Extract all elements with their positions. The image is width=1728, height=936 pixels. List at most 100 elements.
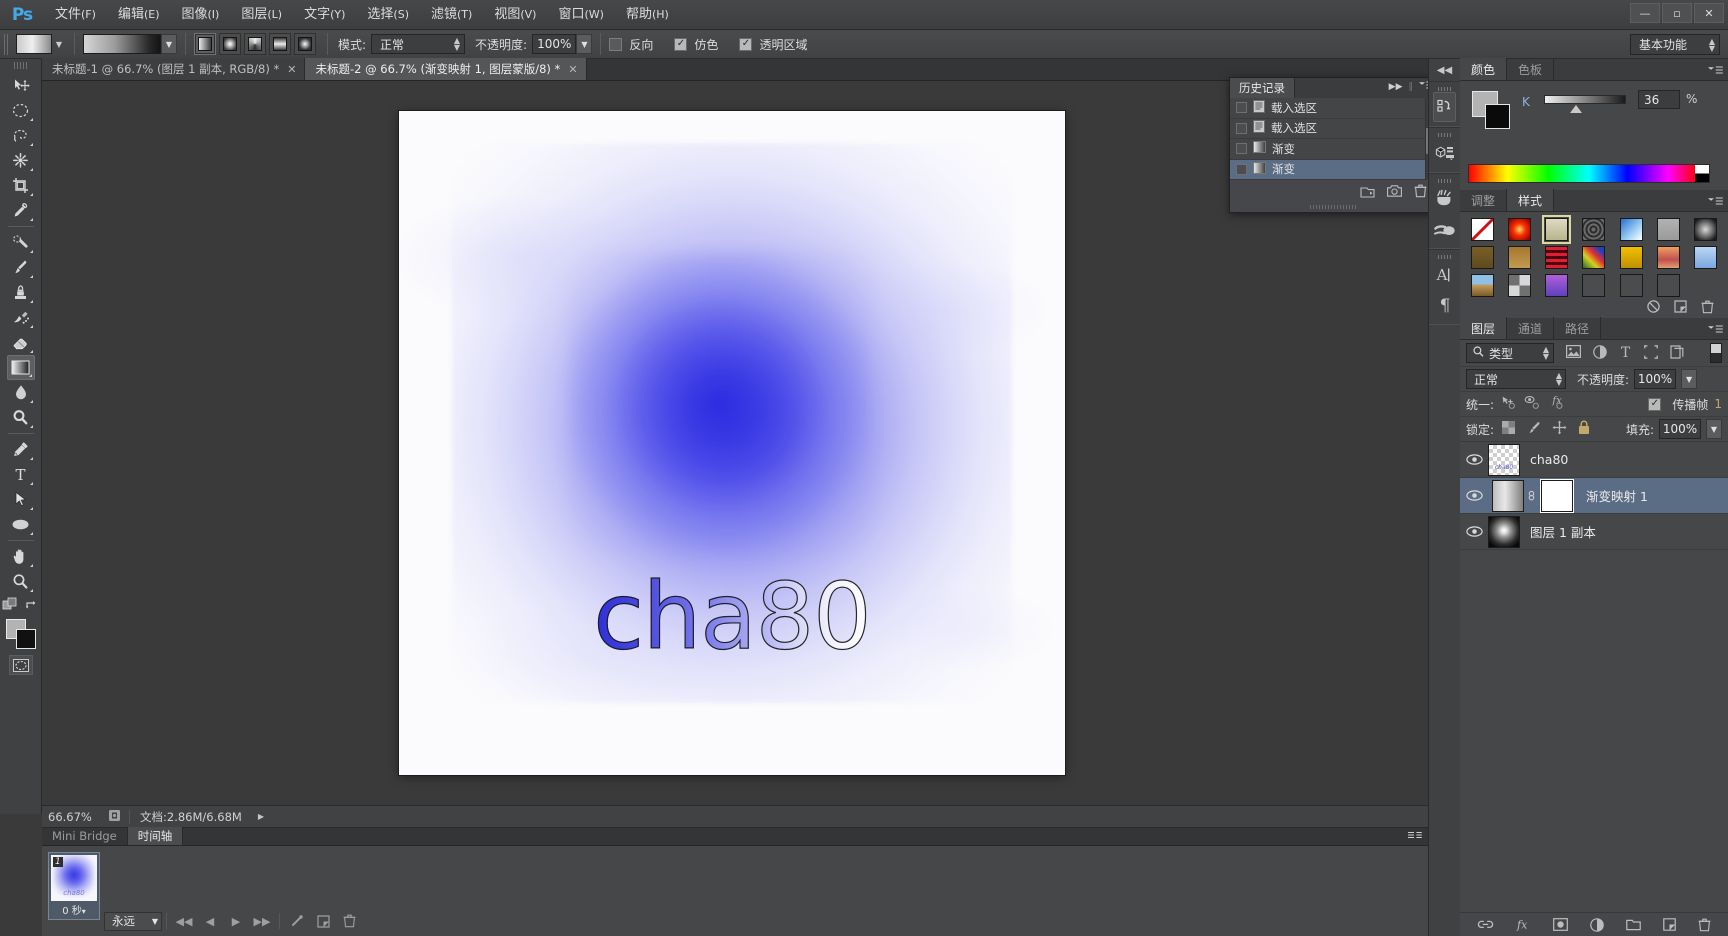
canvas-area[interactable]: cha80 cha80 [42,81,1428,805]
lock-all-icon[interactable] [1578,420,1590,438]
transparency-checkbox[interactable]: ✓ 透明区域 [739,36,812,53]
history-list[interactable]: 载入选区 载入选区 渐变 渐变 [1230,98,1437,180]
healing-brush-tool[interactable] [7,230,35,255]
foreground-background-color[interactable] [5,619,36,649]
unify-visibility-icon[interactable] [1524,395,1542,413]
new-style-icon[interactable] [1674,300,1687,316]
tab-adjustments[interactable]: 调整 [1460,189,1508,211]
angle-gradient-icon[interactable] [244,33,266,55]
default-colors-icon[interactable] [2,597,17,615]
frame-delay[interactable]: 0 秒▾ [51,901,97,917]
noise-style[interactable] [1501,271,1538,299]
paragraph-dock-icon[interactable]: ¶ [1429,290,1460,320]
layer-row-layer1-copy[interactable]: 图层 1 副本 [1460,514,1728,550]
layer-mask-thumbnail[interactable] [1541,479,1573,512]
history-dock-icon[interactable] [1433,92,1456,122]
eraser-tool[interactable] [7,330,35,355]
opacity-chevron-icon[interactable]: ▼ [576,34,593,54]
dock-grip[interactable] [1429,177,1460,184]
background-color-swatch[interactable] [1485,104,1510,129]
background-color-swatch[interactable] [15,629,36,649]
beveled-frame-style[interactable] [1538,214,1575,244]
empty-style-3[interactable] [1650,271,1687,299]
previous-frame-icon[interactable]: ◀ [197,911,223,931]
tab-close-icon[interactable]: ✕ [568,63,577,76]
ellipse-shape-tool[interactable] [7,512,35,537]
layer-name[interactable]: 图层 1 副本 [1530,522,1596,541]
panel-resize-grip[interactable] [1230,202,1437,212]
status-menu-arrow-icon[interactable]: ▶ [252,812,270,821]
history-item[interactable]: 渐变 [1230,139,1437,160]
new-snapshot-icon[interactable] [1387,185,1402,197]
panel-menu-icon[interactable] [1708,323,1723,337]
menu-file[interactable]: 文件(F) [44,0,107,30]
3d-dock-icon[interactable] [1429,138,1460,168]
swap-colors-icon[interactable] [25,599,38,615]
lock-image-icon[interactable] [1526,421,1541,438]
empty-style-2[interactable] [1613,271,1650,299]
unify-position-icon[interactable] [1501,395,1519,413]
spiral-style[interactable] [1575,215,1612,243]
history-item[interactable]: 载入选区 [1230,98,1437,119]
menu-edit[interactable]: 编辑(E) [107,0,171,30]
clone-stamp-tool[interactable] [7,280,35,305]
filter-enable-toggle[interactable] [1710,343,1722,363]
history-snapshot-checkbox[interactable] [1236,122,1247,134]
sunset-style[interactable] [1650,243,1687,271]
zoom-tool[interactable] [7,569,35,594]
new-layer-icon[interactable] [1662,918,1676,931]
empty-style-1[interactable] [1575,271,1612,299]
gradient-picker-chevron-icon[interactable]: ▼ [161,34,177,54]
menu-type[interactable]: 文字(Y) [293,0,356,30]
eyedropper-tool[interactable] [7,198,35,223]
layer-blend-mode-select[interactable]: 正常 ▲ ▼ [1466,369,1566,389]
channel-value-input[interactable]: 36 [1638,90,1680,109]
panel-menu-icon[interactable] [1708,64,1723,78]
type-tool[interactable]: T [7,462,35,487]
gray-style[interactable] [1650,215,1687,243]
layer-name[interactable]: 渐变映射 1 [1586,486,1648,505]
document-tab-2[interactable]: 未标题-2 @ 66.7% (渐变映射 1, 图层蒙版/8) * ✕ [305,58,587,80]
close-icon[interactable]: ✕ [1694,3,1724,23]
history-snapshot-checkbox[interactable] [1236,102,1247,114]
purple-gradient-style[interactable] [1538,271,1575,299]
brush-tool[interactable] [7,255,35,280]
tab-close-icon[interactable]: ✕ [287,63,296,76]
layer-row-cha80[interactable]: cha80 cha80 [1460,442,1728,478]
yellow-box-style[interactable] [1613,243,1650,271]
layer-filter-type-select[interactable]: 类型 ▲ ▼ [1466,343,1554,363]
timeline-frame[interactable]: cha80 1 0 秒▾ [48,852,100,920]
pixel-filter-icon[interactable] [1566,345,1582,361]
path-selection-tool[interactable] [7,487,35,512]
layer-visibility-icon[interactable] [1460,526,1488,537]
toolbar-grip[interactable] [13,62,28,69]
delete-frame-icon[interactable] [336,911,362,931]
tab-styles[interactable]: 样式 [1507,189,1555,211]
minimize-icon[interactable]: — [1630,3,1660,23]
tab-layers[interactable]: 图层 [1460,317,1508,339]
layer-opacity-input[interactable]: 100% [1634,369,1677,389]
linear-gradient-icon[interactable] [194,33,216,55]
brush-dock-icon[interactable] [1429,184,1460,214]
character-dock-icon[interactable]: A [1429,260,1460,290]
panel-menu-icon[interactable] [1408,831,1422,844]
layer-row-gradient-map[interactable]: 渐变映射 1 [1460,478,1728,514]
quick-mask-icon[interactable] [8,655,33,675]
red-stripe-style[interactable] [1538,243,1575,271]
radial-gradient-icon[interactable] [219,33,241,55]
dither-checkbox[interactable]: ✓ 仿色 [674,36,723,53]
layer-thumbnail[interactable]: cha80 [1488,443,1520,476]
tab-paths[interactable]: 路径 [1554,317,1602,339]
tab-swatches[interactable]: 色板 [1507,58,1555,80]
lasso-tool[interactable] [7,123,35,148]
layer-visibility-icon[interactable] [1460,454,1488,465]
shape-filter-icon[interactable] [1644,344,1658,362]
blend-mode-select[interactable]: 正常 ▲ ▼ [371,34,466,54]
history-brush-tool[interactable] [7,305,35,330]
panel-menu-icon[interactable] [1708,195,1723,209]
empty-style-4[interactable] [1687,271,1724,299]
unify-style-icon[interactable]: fx [1547,395,1567,413]
move-tool[interactable] [7,73,35,98]
layer-fill-input[interactable]: 100% [1659,419,1701,439]
zoom-level-input[interactable]: 66.67% [42,810,108,824]
